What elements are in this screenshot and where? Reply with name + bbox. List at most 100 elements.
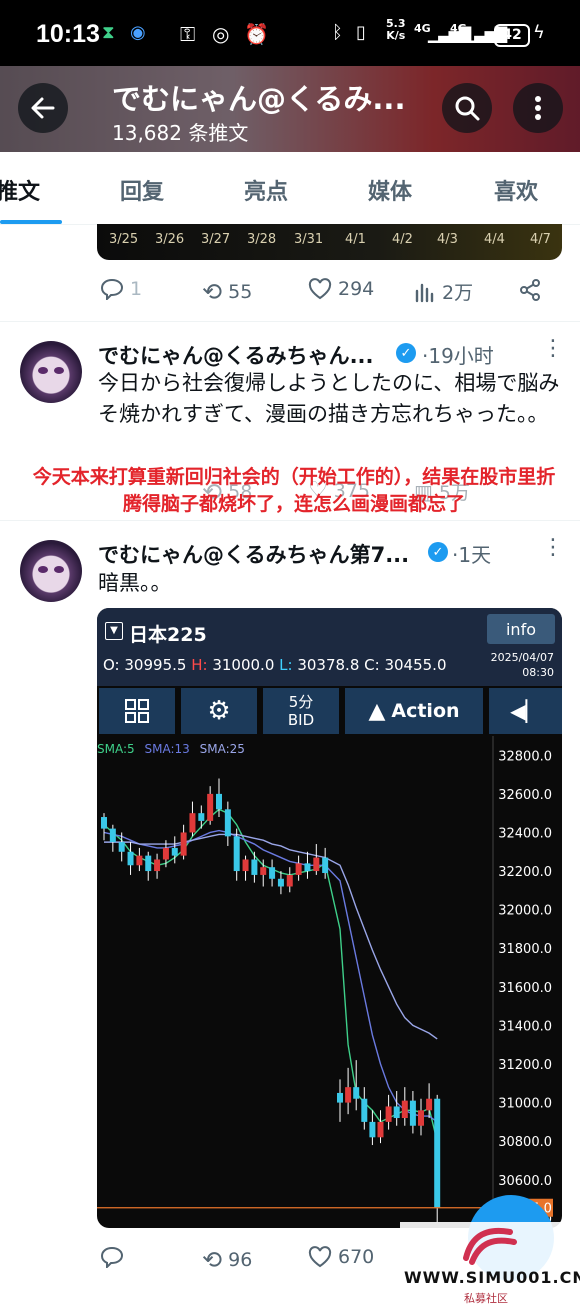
more-options-button[interactable] (513, 83, 563, 133)
tweet-author-name[interactable]: でむにゃん@くるみちゃん... (98, 340, 374, 370)
reply-icon (100, 1246, 124, 1268)
profile-header: でむにゃん@くるみ... 13,682 条推文 (0, 66, 580, 152)
views-button[interactable]: 2万 (414, 278, 473, 305)
avatar-eye (38, 367, 48, 374)
bluetooth-icon: ᛒ (332, 22, 343, 43)
sma-legend: SMA:5 SMA:13 SMA:25 (97, 742, 245, 756)
search-button[interactable] (442, 83, 492, 133)
reply-button[interactable]: 1 (100, 278, 142, 300)
action-button[interactable]: ▲ Action (345, 688, 483, 734)
watermark-subtext: 私募社区 (464, 1292, 508, 1305)
chart-datetime: 2025/04/07 08:30 (491, 650, 554, 680)
tweet-time[interactable]: ·1天 (452, 539, 491, 568)
candle-body (361, 1098, 368, 1122)
action-label: Action (391, 700, 460, 722)
avatar-eye (54, 566, 64, 573)
tweet-chart-image[interactable]: ▼ 日本225 info O: 30995.5 H: 31000.0 L: 30… (97, 608, 562, 1228)
alarm-icon: ⏰ (244, 22, 269, 46)
price-tick-label: 31800.0 (498, 942, 552, 957)
price-tick-label: 31600.0 (498, 981, 552, 996)
like-button[interactable]: 294 (308, 278, 374, 300)
date-label: 3/26 (155, 232, 185, 247)
interval-button[interactable]: 5分 BID (263, 688, 339, 734)
sma-line (104, 833, 438, 1040)
back-button[interactable] (18, 83, 68, 133)
eye-icon: ◎ (212, 22, 230, 46)
candle-body (426, 1098, 433, 1111)
heart-icon (308, 278, 332, 300)
candle-body (171, 847, 178, 856)
reply-count: 1 (130, 278, 143, 300)
candle-body (127, 851, 134, 866)
chart-date: 2025/04/07 (490, 651, 554, 664)
price-tick-label: 30600.0 (498, 1174, 552, 1189)
chart-time: 08:30 (522, 666, 554, 679)
avatar[interactable] (20, 341, 82, 403)
verified-badge-icon: ✓ (396, 343, 416, 363)
retweet-button[interactable]: ⟲ 55 (202, 278, 252, 306)
close-value: 30455.0 (384, 656, 447, 674)
tweet-more-icon[interactable]: ⋮ (542, 336, 564, 361)
tweet-time[interactable]: ·19小时 (422, 340, 494, 369)
sma5-label: SMA:5 (97, 742, 135, 756)
tweet-more-icon[interactable]: ⋮ (542, 535, 564, 560)
grid-icon (125, 699, 149, 723)
tab-likes[interactable]: 喜欢 (494, 174, 538, 206)
dropdown-icon[interactable]: ▼ (105, 622, 123, 640)
price-tick-label: 31000.0 (498, 1097, 552, 1112)
collapse-panel-button[interactable]: ◀▏ (489, 688, 562, 734)
tab-replies[interactable]: 回复 (120, 174, 164, 206)
share-icon (520, 279, 540, 301)
tweet-text: 暗黒。。 (98, 571, 172, 595)
candle-body (154, 859, 161, 872)
network-speed-unit: K/s (386, 29, 406, 42)
tab-media[interactable]: 媒体 (368, 174, 412, 206)
like-button[interactable]: 670 (308, 1246, 374, 1268)
vibrate-icon: ▯ (356, 22, 366, 43)
candle-body (242, 859, 249, 872)
candle-body (369, 1121, 376, 1138)
reply-button[interactable] (100, 1246, 124, 1268)
interval-label: 5分 (288, 693, 314, 711)
reply-icon (100, 278, 124, 300)
open-label: O: (103, 656, 120, 674)
settings-button[interactable]: ⚙ (181, 688, 257, 734)
high-value: 31000.0 (212, 656, 275, 674)
date-label: 3/25 (109, 232, 139, 247)
candle-body (345, 1087, 352, 1103)
candle-body (162, 847, 169, 860)
tab-posts[interactable]: 推文 (0, 174, 40, 206)
retweet-button[interactable]: ⟲ 96 (202, 1246, 252, 1274)
info-button[interactable]: info (487, 614, 555, 644)
tweet-author-name[interactable]: でむにゃん@くるみちゃん第7... (98, 539, 409, 569)
share-button[interactable] (518, 278, 542, 302)
price-tick-label: 31200.0 (498, 1058, 552, 1073)
verified-badge-icon: ✓ (428, 542, 448, 562)
date-label: 3/28 (247, 232, 277, 247)
tab-highlights[interactable]: 亮点 (244, 174, 288, 206)
candle-body (189, 813, 196, 833)
arrow-left-icon (31, 97, 55, 119)
grid-layout-button[interactable] (99, 688, 175, 734)
watermark: WWW.SIMU001.CN 私募社区 (400, 1222, 580, 1309)
candle-body (295, 863, 302, 875)
panel-left-icon: ◀▏ (510, 699, 541, 723)
candle-body (393, 1106, 400, 1119)
bulb-icon: ◉ (130, 22, 146, 43)
chart-symbol[interactable]: 日本225 (129, 620, 207, 647)
sma-line (103, 808, 438, 1142)
candlestick-chart: 32800.0 32600.0 32400.0 32200.0 32000.0 31800… (97, 736, 553, 1228)
date-label: 3/27 (201, 232, 231, 247)
battery-icon: 42 (494, 24, 530, 47)
candle-body (313, 857, 320, 872)
avatar[interactable] (20, 540, 82, 602)
prev-tweet-image[interactable]: 3/25 3/26 3/27 3/28 3/31 4/1 4/2 4/3 4/4… (97, 224, 562, 260)
heart-icon (308, 1246, 332, 1268)
candle-body (136, 855, 143, 866)
divider (0, 321, 580, 322)
candle-body (145, 855, 152, 872)
candle-body (337, 1092, 343, 1103)
candle-body (434, 1098, 441, 1208)
divider (0, 520, 580, 521)
chart-toolbar: ⚙ 5分 BID ▲ Action ◀▏ (97, 686, 562, 736)
